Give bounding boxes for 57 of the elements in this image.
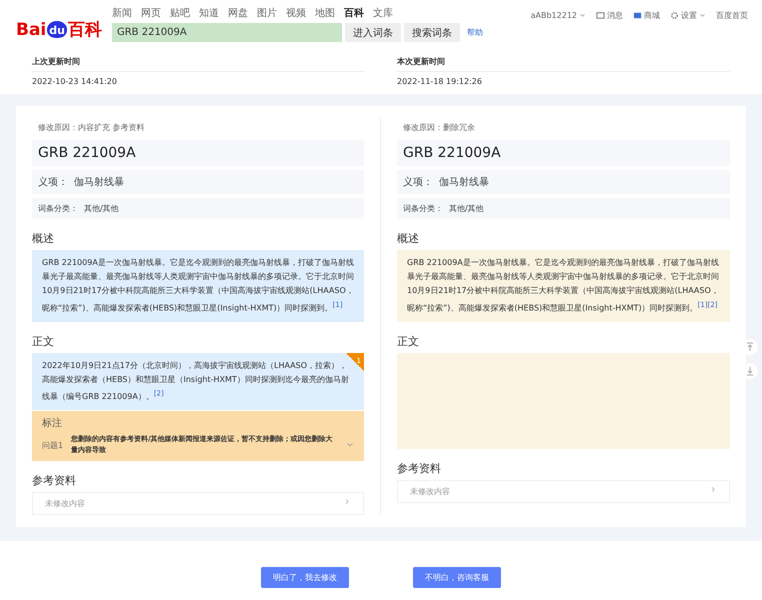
sense-label: 义项： bbox=[403, 176, 433, 190]
section-heading: 正文 bbox=[397, 334, 420, 349]
user-menu-item[interactable]: 百度首页 bbox=[716, 10, 748, 21]
section-heading: 正文 bbox=[32, 334, 55, 349]
message-icon bbox=[596, 11, 605, 20]
category-label: 词条分类： bbox=[38, 203, 78, 215]
category-value: 其他/其他 bbox=[449, 203, 484, 215]
nav-link[interactable]: 新闻 bbox=[112, 6, 132, 20]
search-button[interactable]: 搜索词条 bbox=[404, 23, 460, 42]
back-to-top-icon bbox=[745, 342, 755, 352]
section-heading: 参考资料 bbox=[32, 473, 77, 488]
edit-reason: 修改原因：删除冗余 bbox=[403, 122, 476, 133]
search-button[interactable]: 进入词条 bbox=[344, 23, 401, 42]
shop-icon bbox=[633, 11, 642, 20]
nav-link[interactable]: 视频 bbox=[286, 6, 306, 20]
category-value: 其他/其他 bbox=[84, 203, 119, 215]
nav-link[interactable]: 贴吧 bbox=[170, 6, 190, 20]
nav-link[interactable]: 图片 bbox=[256, 6, 277, 20]
baidu-baike-logo[interactable]: Bai du 百科 bbox=[16, 18, 102, 41]
download-icon bbox=[745, 366, 755, 376]
action-button[interactable]: 不明白，咨询客服 bbox=[413, 567, 501, 588]
sense-value: 伽马射线暴 bbox=[74, 176, 124, 190]
category-label: 词条分类： bbox=[403, 203, 443, 215]
edit-reason: 修改原因：内容扩充 参考资料 bbox=[38, 122, 146, 133]
caret-icon bbox=[579, 12, 586, 19]
section-heading: 概述 bbox=[32, 231, 55, 246]
entry-title: GRB 221009A bbox=[397, 140, 730, 166]
nav-link[interactable]: 知道 bbox=[198, 6, 219, 20]
caret-icon bbox=[699, 12, 706, 19]
section-heading: 概述 bbox=[397, 231, 420, 246]
summary-text: GRB 221009A是一次伽马射线暴。它是迄今观测到的最亮伽马射线暴，打破了伽马射线暴光子最高能量、最亮伽马射线等人类观测宇宙中伽马射线暴的多项记录。它于北京时间10月9日21时17分被中科院高能所三大科学装置（中国高海拔宇宙线观测站(LHAASO，昵称“拉索”)、高能爆发探索者(HEBS)和慧眼卫星(Insight-HXMT)）同时探测到。$^{[1][2]}$ bbox=[397, 250, 730, 322]
summary-text: GRB 221009A是一次伽马射线暴。它是迄今观测到的最亮伽马射线暴，打破了伽马射线暴光子最高能量、最亮伽马射线等人类观测宇宙中伽马射线暴的多项记录。它于北京时间10月9日21时17分被中科院高能所三大科学装置（中国高海拔宇宙线观测站(LHAASO，昵称“拉索”)、高能爆发探索者(HEBS)和慧眼卫星(Insight-HXMT)）同时探测到。$^{[1]}$ bbox=[32, 250, 364, 322]
nav-link[interactable]: 百科 bbox=[344, 6, 364, 20]
action-button[interactable]: 明白了，我去修改 bbox=[261, 567, 349, 588]
sense-value: 伽马射线暴 bbox=[439, 176, 489, 190]
user-menu-item[interactable]: aABb12212 bbox=[530, 11, 586, 20]
time-label: 上次更新时间 bbox=[32, 56, 365, 72]
help-link[interactable]: 帮助 bbox=[466, 27, 483, 38]
settings-icon bbox=[670, 11, 679, 20]
annotation-title: 标注 bbox=[42, 416, 63, 430]
issue-label: 问题1 bbox=[42, 440, 64, 451]
chevron-right-icon bbox=[344, 498, 351, 506]
entry-title: GRB 221009A bbox=[32, 140, 364, 166]
time-value: 2022-10-23 14:41:20 bbox=[32, 77, 118, 86]
search-field[interactable]: GRB 221009A bbox=[112, 23, 342, 42]
sense-label: 义项： bbox=[38, 176, 68, 190]
nav-link[interactable]: 网页 bbox=[140, 6, 161, 20]
nav-link[interactable]: 文库 bbox=[372, 6, 393, 20]
user-menu-item[interactable]: 设置 bbox=[670, 10, 706, 21]
nav-link[interactable]: 网盘 bbox=[228, 6, 248, 20]
time-value: 2022-11-18 19:12:26 bbox=[397, 77, 483, 86]
section-heading: 参考资料 bbox=[397, 460, 442, 476]
time-label: 本次更新时间 bbox=[397, 56, 730, 72]
nav-link[interactable]: 地图 bbox=[314, 6, 335, 20]
user-menu-item[interactable]: 消息 bbox=[596, 10, 623, 21]
user-menu-item[interactable]: 商城 bbox=[633, 10, 660, 21]
chevron-right-icon bbox=[710, 486, 717, 493]
